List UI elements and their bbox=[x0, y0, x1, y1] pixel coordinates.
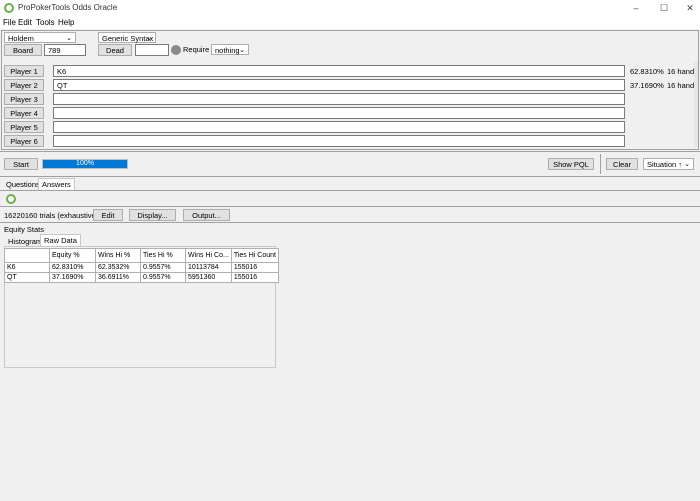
table-cell: 155016 bbox=[230, 272, 280, 283]
dead-button[interactable]: Dead bbox=[98, 44, 132, 56]
chevron-down-icon: ⌄ bbox=[684, 161, 690, 168]
player-button[interactable]: Player 2 bbox=[4, 79, 44, 91]
table-cell: 0.9557% bbox=[140, 262, 186, 273]
table-cell: 155016 bbox=[230, 262, 280, 273]
player-button[interactable]: Player 6 bbox=[4, 135, 44, 147]
table-row[interactable]: K6 62.8310% 62.3532% 0.9557% 10113784 155016 bbox=[4, 262, 280, 273]
table-cell: QT bbox=[4, 272, 50, 283]
table-cell: K6 bbox=[4, 262, 50, 273]
table-cell: 10113784 bbox=[185, 262, 232, 273]
table-cell: 62.8310% bbox=[49, 262, 96, 273]
player-hand-input[interactable] bbox=[53, 121, 625, 133]
column-header[interactable]: Ties Hi % bbox=[140, 248, 186, 263]
progress-label: 100% bbox=[76, 160, 94, 167]
player-hand-input[interactable] bbox=[53, 107, 625, 119]
board-input[interactable]: 789 bbox=[44, 44, 86, 56]
menu-tools[interactable]: Tools bbox=[36, 18, 55, 27]
require-select-value: nothing bbox=[215, 46, 240, 55]
tab-questions[interactable]: Questions bbox=[3, 179, 43, 190]
tab-raw-data[interactable]: Raw Data bbox=[40, 234, 81, 246]
player-button[interactable]: Player 4 bbox=[4, 107, 44, 119]
player-hand-input[interactable] bbox=[53, 93, 625, 105]
table-cell: 37.1690% bbox=[49, 272, 96, 283]
clear-button[interactable]: Clear bbox=[606, 158, 638, 170]
column-header[interactable] bbox=[4, 248, 50, 263]
scrollbar[interactable] bbox=[694, 62, 698, 147]
menu-file[interactable]: File bbox=[3, 18, 16, 27]
table-cell: 36.6911% bbox=[95, 272, 141, 283]
chevron-down-icon: ⌄ bbox=[239, 47, 245, 54]
equity-stats-label: Equity Stats bbox=[4, 225, 45, 234]
stats-table: Equity % Wins Hi % Ties Hi % Wins Hi Co... T… bbox=[4, 248, 280, 283]
menu-help[interactable]: Help bbox=[58, 18, 74, 27]
window-title: ProPokerTools Odds Oracle bbox=[18, 3, 118, 12]
divider bbox=[0, 151, 700, 152]
show-pql-button[interactable]: Show PQL bbox=[548, 158, 594, 170]
dead-input[interactable] bbox=[135, 44, 169, 56]
output-button[interactable]: Output... bbox=[183, 209, 230, 221]
player-button[interactable]: Player 1 bbox=[4, 65, 44, 77]
start-button[interactable]: Start bbox=[4, 158, 38, 170]
tab-answers[interactable]: Answers bbox=[38, 178, 75, 190]
progress-bar: 100% bbox=[42, 159, 128, 169]
column-header[interactable]: Equity % bbox=[49, 248, 96, 263]
chevron-down-icon: ⌄ bbox=[66, 35, 72, 42]
minimize-icon[interactable]: – bbox=[622, 0, 650, 17]
chevron-down-icon: ⌄ bbox=[146, 35, 152, 42]
player-button[interactable]: Player 5 bbox=[4, 121, 44, 133]
divider bbox=[600, 154, 601, 174]
player-equity: 62.8310% bbox=[630, 67, 664, 76]
require-label: Require bbox=[183, 45, 210, 54]
player-button[interactable]: Player 3 bbox=[4, 93, 44, 105]
close-icon[interactable]: ✕ bbox=[676, 0, 700, 17]
table-cell: 0.9557% bbox=[140, 272, 186, 283]
situation-select-value: Situation ↑ bbox=[647, 160, 683, 169]
board-button[interactable]: Board bbox=[4, 44, 42, 56]
require-toggle[interactable] bbox=[171, 45, 181, 55]
player-equity: 37.1690% bbox=[630, 81, 664, 90]
syntax-select[interactable]: Generic Syntax ⌄ bbox=[98, 32, 156, 43]
table-row[interactable]: QT 37.1690% 36.6911% 0.9557% 5951360 155016 bbox=[4, 272, 280, 283]
column-header[interactable]: Wins Hi Co... bbox=[185, 248, 232, 263]
menu-edit[interactable]: Edit bbox=[18, 18, 32, 27]
game-select-value: Holdem bbox=[8, 34, 34, 43]
divider bbox=[0, 222, 700, 223]
maximize-icon[interactable]: ☐ bbox=[650, 0, 678, 17]
column-header[interactable]: Wins Hi % bbox=[95, 248, 141, 263]
table-cell: 5951360 bbox=[185, 272, 232, 283]
table-cell: 62.3532% bbox=[95, 262, 141, 273]
edit-button[interactable]: Edit bbox=[93, 209, 123, 221]
app-logo-icon bbox=[4, 3, 14, 13]
title-bar: ProPokerTools Odds Oracle – ☐ ✕ bbox=[0, 0, 700, 17]
player-hand-input[interactable]: K6 bbox=[53, 65, 625, 77]
require-select[interactable]: nothing ⌄ bbox=[211, 44, 249, 55]
column-header[interactable]: Ties Hi Count bbox=[230, 248, 280, 263]
trials-label: 16220160 trials (exhaustive) bbox=[4, 211, 99, 220]
divider bbox=[0, 206, 700, 207]
situation-select[interactable]: Situation ↑ ⌄ bbox=[643, 158, 694, 170]
player-hand-input[interactable]: QT bbox=[53, 79, 625, 91]
player-hand-input[interactable] bbox=[53, 135, 625, 147]
divider bbox=[0, 190, 700, 191]
divider bbox=[0, 176, 700, 177]
menu-bar: File Edit Tools Help bbox=[0, 17, 700, 29]
result-logo-icon bbox=[6, 194, 16, 204]
game-select[interactable]: Holdem ⌄ bbox=[4, 32, 76, 43]
display-button[interactable]: Display... bbox=[129, 209, 176, 221]
